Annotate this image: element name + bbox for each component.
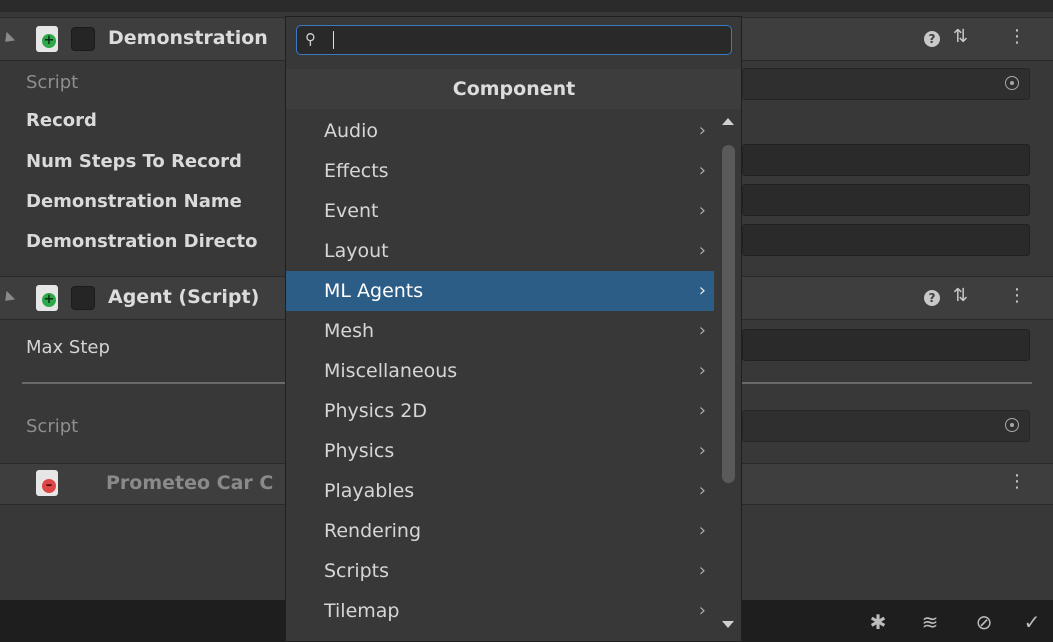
- context-menu-icon[interactable]: ⋮: [1008, 286, 1026, 306]
- chevron-right-icon: ›: [698, 560, 706, 581]
- menu-item-rendering[interactable]: Rendering ›: [286, 511, 714, 551]
- menu-item-effects[interactable]: Effects ›: [286, 151, 714, 191]
- add-component-popup: ⚲ Component Audio › Effects › Event › Layout › M…: [285, 16, 742, 642]
- menu-item-physics-2d[interactable]: Physics 2D ›: [286, 391, 714, 431]
- popup-scrollbar-thumb[interactable]: [722, 145, 735, 483]
- menu-item-tilemap[interactable]: Tilemap ›: [286, 591, 714, 631]
- menu-item-label: Playables: [324, 480, 415, 502]
- search-icon: ⚲: [305, 30, 316, 48]
- chevron-right-icon: ›: [698, 240, 706, 261]
- script-add-icon: +: [36, 285, 58, 311]
- demo-name-input[interactable]: [742, 184, 1030, 216]
- demo-dir-input[interactable]: [742, 224, 1030, 256]
- field-label-demo-name: Demonstration Name: [26, 191, 242, 212]
- menu-item-label: Mesh: [324, 320, 375, 342]
- chevron-right-icon: ›: [698, 120, 706, 141]
- check-circle-icon[interactable]: ✓: [1020, 610, 1044, 634]
- menu-item-scripts[interactable]: Scripts ›: [286, 551, 714, 591]
- menu-item-audio[interactable]: Audio ›: [286, 111, 714, 151]
- window-top-strip: [0, 0, 1053, 12]
- stack-icon[interactable]: ≋: [918, 610, 942, 634]
- menu-item-label: Physics 2D: [324, 400, 428, 422]
- menu-item-ml-agents[interactable]: ML Agents ›: [286, 271, 714, 311]
- foldout-arrow-icon[interactable]: [0, 31, 16, 47]
- menu-item-label: Audio: [324, 120, 379, 142]
- chevron-right-icon: ›: [698, 440, 706, 461]
- field-label-demo-dir: Demonstration Directo: [26, 231, 258, 252]
- max-step-input[interactable]: [742, 329, 1030, 361]
- component-title: Prometeo Car C: [106, 472, 274, 494]
- field-label-agent-script: Script: [26, 416, 79, 437]
- field-label-max-step: Max Step: [26, 337, 110, 358]
- scroll-down-arrow-icon[interactable]: [722, 621, 734, 628]
- menu-item-label: Tilemap: [324, 600, 400, 622]
- component-title: Agent (Script): [108, 286, 260, 308]
- component-search-input[interactable]: [325, 29, 725, 51]
- debug-bug-icon[interactable]: ✱: [866, 610, 890, 634]
- menu-item-miscellaneous[interactable]: Miscellaneous ›: [286, 351, 714, 391]
- chevron-right-icon: ›: [698, 160, 706, 181]
- menu-item-label: Event: [324, 200, 379, 222]
- menu-item-layout[interactable]: Layout ›: [286, 231, 714, 271]
- menu-item-label: Layout: [324, 240, 389, 262]
- help-icon[interactable]: ?: [924, 28, 940, 48]
- context-menu-icon[interactable]: ⋮: [1008, 472, 1026, 492]
- chevron-right-icon: ›: [698, 360, 706, 381]
- object-picker-icon[interactable]: [1005, 76, 1019, 90]
- chevron-right-icon: ›: [698, 400, 706, 421]
- field-label-record: Record: [26, 110, 97, 131]
- script-add-icon: +: [36, 26, 58, 52]
- component-enable-checkbox[interactable]: [71, 27, 95, 51]
- script-object-field[interactable]: [742, 68, 1030, 100]
- scroll-up-arrow-icon[interactable]: [722, 118, 734, 125]
- chevron-right-icon: ›: [698, 320, 706, 341]
- chevron-right-icon: ›: [698, 200, 706, 221]
- component-title: Demonstration: [108, 27, 268, 49]
- menu-item-playables[interactable]: Playables ›: [286, 471, 714, 511]
- menu-item-label: Physics: [324, 440, 395, 462]
- object-picker-icon[interactable]: [1005, 418, 1019, 432]
- presets-icon[interactable]: ⇅: [953, 286, 968, 306]
- chevron-right-icon: ›: [698, 280, 706, 301]
- menu-item-physics[interactable]: Physics ›: [286, 431, 714, 471]
- menu-item-event[interactable]: Event ›: [286, 191, 714, 231]
- menu-item-label: ML Agents: [324, 280, 424, 302]
- help-icon[interactable]: ?: [924, 287, 940, 307]
- no-bug-icon[interactable]: ⊘: [972, 610, 996, 634]
- menu-item-mesh[interactable]: Mesh ›: [286, 311, 714, 351]
- presets-icon[interactable]: ⇅: [953, 27, 968, 47]
- field-label-script: Script: [26, 72, 79, 93]
- field-label-num-steps: Num Steps To Record: [26, 151, 242, 172]
- menu-item-label: Scripts: [324, 560, 390, 582]
- component-enable-checkbox[interactable]: [71, 286, 95, 310]
- context-menu-icon[interactable]: ⋮: [1008, 27, 1026, 47]
- agent-script-object-field[interactable]: [742, 410, 1030, 442]
- chevron-right-icon: ›: [698, 480, 706, 501]
- popup-title: Component: [286, 69, 741, 109]
- component-search-field[interactable]: ⚲: [296, 25, 732, 55]
- menu-item-label: Effects: [324, 160, 389, 182]
- foldout-arrow-icon[interactable]: [0, 290, 16, 306]
- chevron-right-icon: ›: [698, 600, 706, 621]
- menu-item-label: Rendering: [324, 520, 422, 542]
- script-remove-icon: –: [36, 470, 58, 496]
- num-steps-input[interactable]: [742, 144, 1030, 176]
- menu-item-label: Miscellaneous: [324, 360, 458, 382]
- chevron-right-icon: ›: [698, 520, 706, 541]
